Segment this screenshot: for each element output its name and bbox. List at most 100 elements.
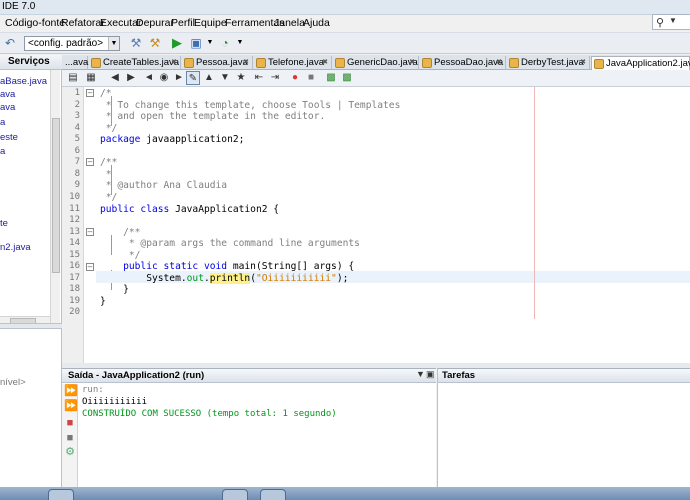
code-line[interactable]: * To change this template, choose Tools … bbox=[100, 100, 401, 111]
line-number: 16 bbox=[69, 261, 80, 272]
java-file-icon bbox=[184, 58, 194, 68]
close-icon[interactable]: ✖ bbox=[580, 56, 586, 69]
tab-createtables[interactable]: CreateTables.java ✖ bbox=[89, 56, 181, 70]
find-next-icon[interactable]: ► bbox=[172, 71, 186, 85]
menu-equipe[interactable]: Equipe bbox=[194, 17, 227, 29]
stop-macro-icon[interactable]: ■ bbox=[304, 71, 318, 85]
tree-item[interactable]: ava bbox=[0, 102, 15, 113]
uncomment-icon[interactable]: ▩ bbox=[340, 71, 354, 85]
code-line[interactable]: */ bbox=[100, 192, 118, 203]
code-token: . bbox=[203, 272, 210, 284]
minimize-icon[interactable]: ▣ bbox=[426, 369, 435, 380]
close-icon[interactable]: ✖ bbox=[409, 56, 415, 69]
config-select[interactable]: <config. padrão> ▼ bbox=[24, 36, 120, 51]
back-icon[interactable]: ↶ bbox=[2, 35, 18, 51]
clean-build-icon[interactable]: ⚒ bbox=[147, 35, 163, 51]
vertical-scrollbar[interactable] bbox=[50, 70, 60, 325]
fold-toggle[interactable]: – bbox=[86, 158, 94, 166]
tab-javaapplication2[interactable]: JavaApplication2.java bbox=[591, 56, 690, 71]
tree-item[interactable]: aBase.java bbox=[0, 76, 47, 87]
close-icon[interactable]: ✖ bbox=[171, 56, 177, 69]
tab-telefone[interactable]: Telefone.java ✖ bbox=[254, 56, 332, 70]
menu-ajuda[interactable]: Ajuda bbox=[303, 17, 330, 29]
toggle-bookmark-icon[interactable]: ★ bbox=[234, 71, 248, 85]
menu-perfil[interactable]: Perfil bbox=[171, 17, 195, 29]
code-line[interactable]: public static void main(String[] args) { bbox=[100, 261, 354, 272]
scrollbar-thumb[interactable] bbox=[52, 118, 60, 273]
close-icon[interactable]: ✖ bbox=[243, 56, 249, 69]
code-line[interactable]: public class JavaApplication2 { bbox=[100, 204, 279, 215]
menu-codigo-fonte[interactable]: Código-fonte bbox=[5, 17, 65, 29]
forward-icon[interactable]: ▶ bbox=[124, 71, 138, 85]
close-icon[interactable]: ✖ bbox=[496, 56, 502, 69]
code-line[interactable]: * and open the template in the editor. bbox=[100, 111, 326, 123]
comment-icon[interactable]: ▩ bbox=[324, 71, 338, 85]
rerun-modified-icon[interactable]: ⏩ bbox=[64, 400, 78, 412]
menu-depurar[interactable]: Depurar bbox=[136, 17, 174, 29]
code-line[interactable]: * @param args the command line arguments bbox=[100, 238, 360, 249]
find-selection-icon[interactable]: ◉ bbox=[157, 71, 171, 85]
tree-item[interactable]: te bbox=[0, 218, 8, 229]
tree-item[interactable]: a bbox=[0, 117, 5, 128]
menu-refatorar[interactable]: Refatorar bbox=[61, 17, 105, 29]
fold-toggle[interactable]: – bbox=[86, 263, 94, 271]
code-line[interactable]: * @author Ana Claudia bbox=[100, 180, 227, 191]
services-panel: Serviços aBase.java ava ava a este a te … bbox=[0, 55, 62, 500]
chevron-down-icon[interactable]: ▼ bbox=[202, 35, 218, 51]
code-line[interactable]: */ bbox=[100, 123, 118, 134]
toggle-highlight-icon[interactable]: ✎ bbox=[186, 71, 200, 85]
tab-derbytest[interactable]: DerbyTest.java ✖ bbox=[507, 56, 590, 70]
history-icon[interactable]: ▦ bbox=[84, 71, 98, 85]
tab-pessoadao[interactable]: PessoaDao.java ✖ bbox=[420, 56, 506, 70]
rerun-icon[interactable]: ⏩ bbox=[64, 385, 78, 397]
panel-splitter[interactable] bbox=[0, 323, 62, 329]
stop-icon[interactable]: ■ bbox=[64, 417, 76, 429]
run-icon[interactable]: ▶ bbox=[169, 35, 185, 51]
quick-search[interactable]: ⚲ ▼ bbox=[652, 14, 690, 30]
run-settings-icon[interactable]: ⚙ bbox=[64, 446, 76, 458]
chevron-down-icon[interactable]: ▼ bbox=[232, 35, 248, 51]
code-line[interactable]: package javaapplication2; bbox=[100, 134, 244, 145]
tab-genericdao[interactable]: GenericDao.java ✖ bbox=[333, 56, 419, 70]
next-bookmark-icon[interactable]: ▼ bbox=[218, 71, 232, 85]
find-previous-icon[interactable]: ◄ bbox=[142, 71, 156, 85]
fold-toggle[interactable]: – bbox=[86, 89, 94, 97]
taskbar-button[interactable] bbox=[260, 489, 286, 500]
tree-item[interactable]: ava bbox=[0, 89, 15, 100]
settings-icon[interactable]: ■ bbox=[64, 432, 76, 444]
code-line[interactable]: */ bbox=[100, 250, 141, 261]
code-line[interactable]: /** bbox=[100, 227, 140, 238]
code-line[interactable]: * bbox=[100, 169, 112, 180]
previous-bookmark-icon[interactable]: ▲ bbox=[202, 71, 216, 85]
code-token: * and open the template in the editor. bbox=[100, 111, 326, 123]
code-line[interactable]: /* bbox=[100, 88, 112, 99]
code-line[interactable]: } bbox=[100, 284, 129, 295]
tree-item[interactable]: a bbox=[0, 146, 5, 157]
tab-java-file[interactable]: ...ava bbox=[62, 56, 88, 70]
tree-item[interactable]: este bbox=[0, 132, 18, 143]
output-panel-header: Saída - JavaApplication2 (run) ▼ ▣ bbox=[62, 369, 436, 383]
code-line[interactable]: System.out.println("Oiiiiiiiiiii"); bbox=[100, 272, 348, 284]
code-token: package bbox=[100, 134, 141, 146]
fold-toggle[interactable]: – bbox=[86, 228, 94, 236]
build-hammer-icon[interactable]: ⚒ bbox=[128, 35, 144, 51]
profile-icon[interactable]: ◔ bbox=[217, 35, 233, 51]
shift-left-icon[interactable]: ⇤ bbox=[252, 71, 266, 85]
panel-menu-icon[interactable]: ▼ bbox=[416, 369, 425, 379]
taskbar-button[interactable] bbox=[222, 489, 248, 500]
tree-item[interactable]: n2.java bbox=[0, 242, 31, 253]
shift-right-icon[interactable]: ⇥ bbox=[268, 71, 282, 85]
line-number: 12 bbox=[69, 215, 80, 226]
code-editor[interactable]: 1 2 3 4 5 6 7 8 9 10 11 12 13 14 15 16 17 18 19 20 – – – – … bbox=[62, 87, 690, 363]
menu-janela[interactable]: Janela bbox=[274, 17, 305, 29]
close-icon[interactable]: ✖ bbox=[322, 56, 328, 69]
code-token: } bbox=[100, 295, 106, 307]
source-view-icon[interactable]: ▤ bbox=[66, 71, 80, 85]
tab-pessoa[interactable]: Pessoa.java ✖ bbox=[182, 56, 253, 70]
start-macro-icon[interactable]: ● bbox=[288, 71, 302, 85]
taskbar-button[interactable] bbox=[48, 489, 74, 500]
code-line[interactable]: } bbox=[100, 296, 106, 307]
code-line[interactable]: /** bbox=[100, 157, 117, 168]
back-icon[interactable]: ◀ bbox=[108, 71, 122, 85]
tab-label: GenericDao.java bbox=[347, 57, 418, 68]
